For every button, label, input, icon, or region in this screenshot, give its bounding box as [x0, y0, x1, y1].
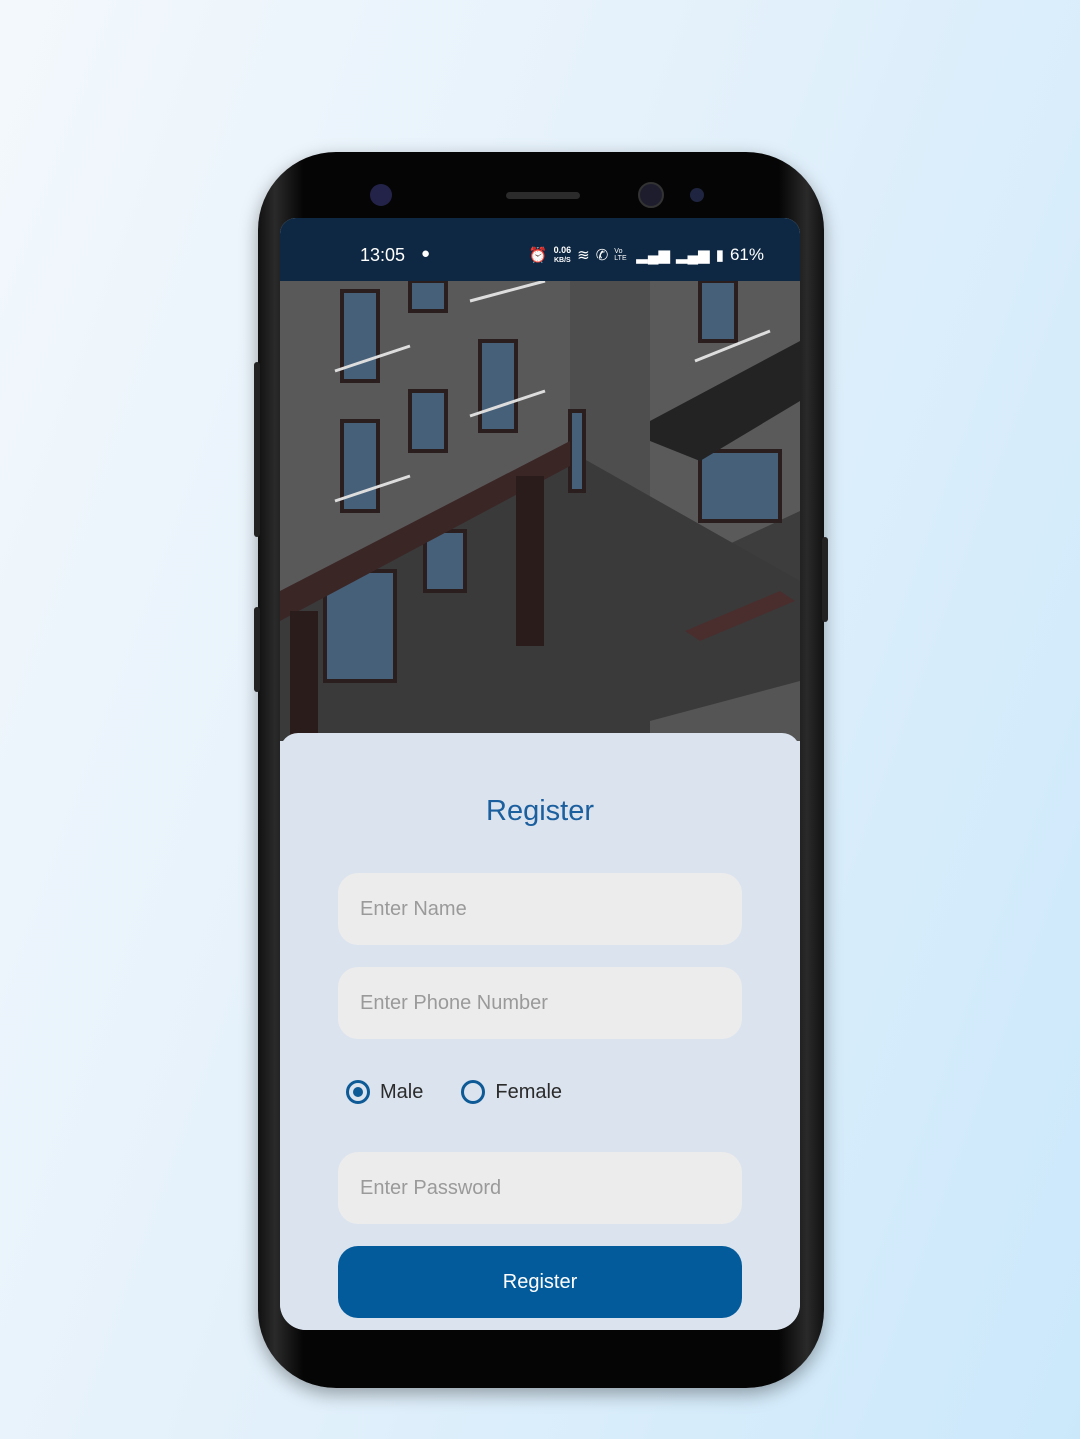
wifi-icon: ≋ — [577, 247, 590, 264]
bixby-button — [254, 607, 260, 692]
page-title: Register — [486, 795, 594, 827]
alarm-icon: ⏰ — [528, 247, 548, 264]
status-time: 13:05 — [360, 245, 406, 265]
signal-icon-1: ▂▄▆ — [636, 247, 670, 264]
phone-input[interactable]: Enter Phone Number — [338, 967, 742, 1039]
building-illustration — [280, 281, 800, 741]
net-speed: 0.06 KB/S — [553, 244, 572, 265]
gender-radio-group: Male Female — [346, 1080, 562, 1104]
sensor — [690, 188, 704, 202]
earpiece-speaker — [506, 192, 580, 199]
password-input[interactable]: Enter Password — [338, 1152, 742, 1224]
signal-icon-2: ▂▄▆ — [676, 247, 710, 264]
net-speed-unit: KB/S — [554, 256, 571, 264]
location-icon: ● — [421, 245, 431, 262]
iris-sensor — [370, 184, 392, 206]
battery-percent: 61% — [729, 245, 764, 264]
register-card: Register Enter Name Enter Phone Number M… — [280, 733, 800, 1330]
female-label[interactable]: Female — [495, 1081, 562, 1104]
status-bar: 13:05 ● ⏰ 0.06 KB/S ≋ ✆ Vo LTE ▂▄▆ ▂▄▆ ▮ … — [280, 218, 800, 281]
male-radio[interactable] — [346, 1080, 370, 1104]
male-label[interactable]: Male — [380, 1081, 423, 1104]
net-speed-value: 0.06 — [553, 244, 572, 255]
phone-screen: 13:05 ● ⏰ 0.06 KB/S ≋ ✆ Vo LTE ▂▄▆ ▂▄▆ ▮ … — [280, 218, 800, 1330]
wifi-call-icon: ✆ — [595, 247, 609, 264]
female-radio[interactable] — [461, 1080, 486, 1104]
volte-icon: Vo LTE — [614, 248, 627, 262]
power-button — [822, 537, 828, 622]
front-camera — [638, 182, 664, 208]
battery-icon: ▮ — [715, 247, 724, 264]
volume-button — [254, 362, 260, 537]
name-input[interactable]: Enter Name — [338, 873, 742, 945]
register-button[interactable]: Register — [338, 1246, 742, 1318]
